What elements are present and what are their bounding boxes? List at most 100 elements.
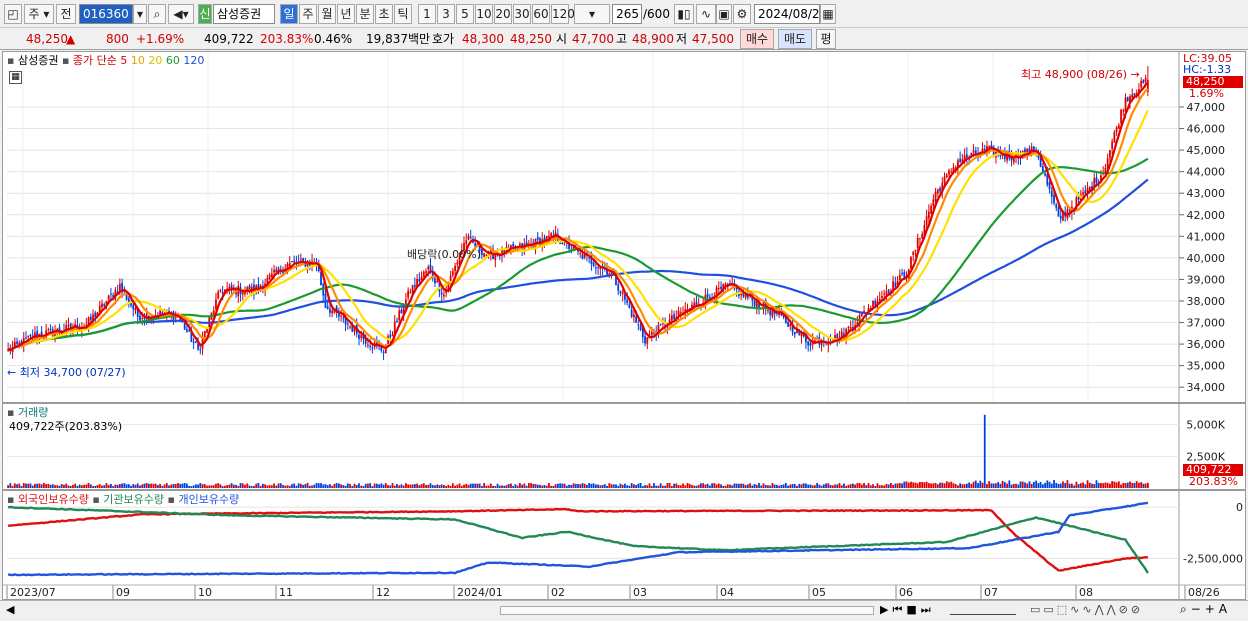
- period-tab-3[interactable]: 년: [337, 4, 355, 24]
- volume-bar: [105, 483, 108, 488]
- volume-bar: [764, 485, 767, 488]
- candle-body: [1115, 127, 1118, 132]
- window-icon[interactable]: ◰: [4, 4, 22, 24]
- candle-body: [820, 342, 823, 346]
- volume-bar: [429, 483, 432, 488]
- volume-bar: [436, 484, 439, 488]
- period-tab-2[interactable]: 월: [318, 4, 336, 24]
- prev-button[interactable]: 전: [56, 4, 76, 24]
- volume-bar: [438, 485, 441, 488]
- scrollbar[interactable]: [500, 606, 874, 615]
- candle-body: [983, 148, 986, 151]
- volume-bar: [443, 485, 445, 488]
- period-tab-1[interactable]: 주: [299, 4, 317, 24]
- volume-bar: [393, 485, 396, 488]
- price-panel[interactable]: 34,000 35,000 36,000 37,000 38,000 39,000 40,0…: [2, 51, 1246, 403]
- volume-bar: [277, 483, 280, 488]
- volume-bar: [793, 483, 796, 488]
- date-input[interactable]: 2024/08/26: [754, 4, 827, 24]
- search-icon[interactable]: ⌕: [148, 4, 166, 24]
- candle-body: [1082, 192, 1084, 195]
- candle-body: [621, 292, 624, 295]
- candle-body: [398, 310, 401, 321]
- interval-tab-2[interactable]: 5: [456, 4, 474, 24]
- holding-panel[interactable]: 0 -2,500,000 2023/07 09 10 11 12 2024/01 02 03 04 0…: [2, 490, 1246, 600]
- candle-body: [371, 347, 374, 349]
- last-pct: 1.69%: [1189, 87, 1224, 100]
- buy-button[interactable]: 매수: [740, 29, 774, 49]
- volume-bar: [156, 485, 159, 488]
- volume-bar: [659, 483, 662, 488]
- indicator-icon[interactable]: ∿: [696, 4, 716, 24]
- volume-bar: [572, 483, 575, 488]
- save-icon[interactable]: ▣: [716, 4, 732, 24]
- zoom-tools[interactable]: ⌕−+A: [1180, 602, 1231, 617]
- mode-select[interactable]: 주 ▾: [24, 4, 54, 24]
- volume-panel[interactable]: 2,500K 5,000K ▪ 거래량 409,722주(203.83%) 409…: [2, 403, 1246, 490]
- period-tab-5[interactable]: 초: [375, 4, 393, 24]
- volume-bar: [530, 483, 532, 488]
- volume-bar: [1046, 480, 1049, 488]
- code-input[interactable]: 016360: [79, 4, 133, 24]
- volume-bar: [154, 483, 157, 488]
- interval-tab-4[interactable]: 20: [494, 4, 512, 24]
- candle-body: [898, 274, 901, 280]
- volume-bar: [992, 483, 995, 488]
- volume-bar: [174, 484, 177, 488]
- interval-tab-6[interactable]: 60: [532, 4, 550, 24]
- calendar-icon[interactable]: ▦: [820, 4, 836, 24]
- open-label: 시: [556, 32, 568, 46]
- interval-tab-7[interactable]: 120: [551, 4, 575, 24]
- volume-bar: [869, 485, 872, 488]
- volume-bar: [454, 485, 456, 488]
- volume-bar: [465, 483, 468, 488]
- volume-bar: [38, 483, 41, 488]
- code-dropdown-icon[interactable]: ▾: [133, 4, 147, 24]
- candle-body: [422, 271, 425, 277]
- x-tick-label: 08/26: [1188, 586, 1220, 599]
- stock-name[interactable]: 삼성증권: [213, 4, 275, 24]
- period-tab-0[interactable]: 일: [280, 4, 298, 24]
- interval-tab-3[interactable]: 10: [475, 4, 493, 24]
- candle-body: [677, 310, 680, 315]
- volume-bar: [568, 484, 570, 488]
- price-panel-name: 삼성증권: [17, 54, 59, 67]
- legend-ma5: 5: [120, 54, 128, 67]
- volume-bar: [257, 482, 260, 488]
- drawing-tools[interactable]: ▭▭⬚∿∿⋀⋀⊘⊘: [1030, 603, 1143, 616]
- volume-bar: [818, 484, 821, 488]
- speaker-icon[interactable]: ◀▾: [168, 4, 194, 24]
- table-icon[interactable]: ▦: [9, 71, 22, 84]
- interval-tab-1[interactable]: 3: [437, 4, 455, 24]
- interval-dropdown[interactable]: ▾: [574, 4, 610, 24]
- count-input[interactable]: 265: [612, 4, 642, 24]
- volume-bar: [579, 484, 582, 488]
- volume-bar: [165, 483, 168, 488]
- volume-bar: [226, 485, 229, 488]
- candle-body: [183, 322, 186, 330]
- candle-body: [1144, 78, 1147, 82]
- holding-legend: ▪ 외국인보유수량 ▪ 기관보유수량 ▪ 개인보유수량: [7, 493, 240, 506]
- volume-bar: [407, 484, 410, 488]
- ask-price: 48,300: [462, 32, 504, 46]
- period-tab-6[interactable]: 틱: [394, 4, 412, 24]
- sell-button[interactable]: 매도: [778, 29, 812, 49]
- volume-bar: [230, 483, 233, 488]
- gear-icon[interactable]: ⚙: [733, 4, 751, 24]
- hc-label: HC:-1.33: [1183, 63, 1232, 76]
- zoom-slider[interactable]: [950, 605, 1016, 615]
- volume-bar: [1079, 483, 1082, 488]
- volume-bar: [279, 483, 282, 488]
- candle-type-icon[interactable]: ▮▯: [674, 4, 694, 24]
- interval-tab-0[interactable]: 1: [418, 4, 436, 24]
- volume-bar: [183, 482, 186, 488]
- volume: 409,722: [204, 32, 254, 46]
- period-tab-4[interactable]: 분: [356, 4, 374, 24]
- volume-bar: [910, 481, 912, 488]
- nav-buttons[interactable]: ▶⏮■⏭: [880, 603, 935, 617]
- avg-button[interactable]: 평: [816, 29, 836, 49]
- interval-tab-5[interactable]: 30: [513, 4, 531, 24]
- scroll-left-icon[interactable]: ◀: [6, 603, 14, 616]
- volume-bar: [653, 483, 655, 488]
- volume-bar: [552, 485, 555, 488]
